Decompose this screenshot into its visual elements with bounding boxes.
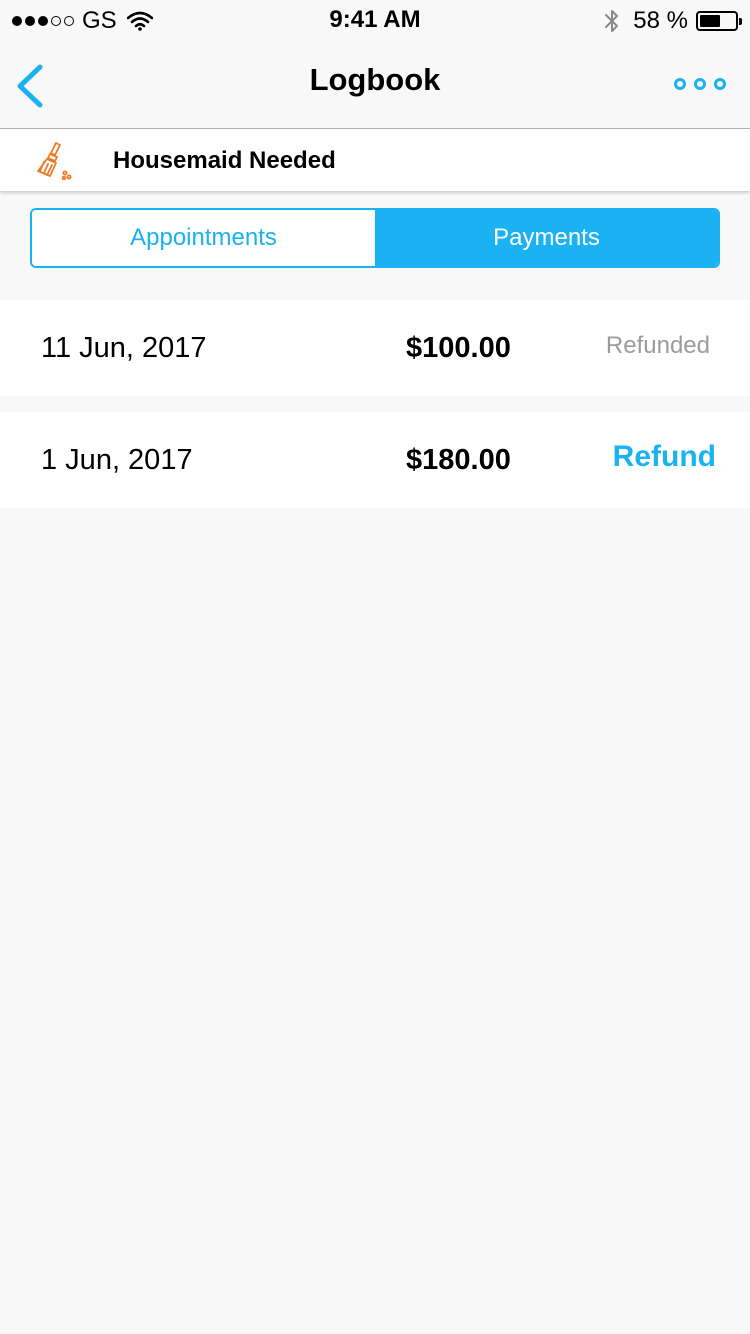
battery-fill: [700, 15, 720, 27]
payment-row: 11 Jun, 2017 $100.00 Refunded: [0, 300, 750, 396]
more-dots-icon: [674, 78, 686, 90]
status-right: 58 %: [603, 7, 742, 34]
more-options-button[interactable]: [674, 76, 726, 92]
battery-icon: [696, 11, 742, 31]
navigation-bar: Logbook: [0, 40, 750, 129]
job-header: Housemaid Needed: [0, 129, 750, 191]
tab-appointments[interactable]: Appointments: [32, 210, 375, 266]
page-title: Logbook: [309, 62, 441, 97]
payment-status-refunded: Refunded: [605, 332, 710, 359]
broom-icon: [37, 142, 72, 181]
refund-button[interactable]: Refund: [613, 440, 716, 474]
status-bar: GS 9:41 AM 58 %: [0, 0, 750, 40]
battery-percent: 58 %: [633, 7, 688, 34]
segmented-control: Appointments Payments: [30, 208, 720, 268]
more-dots-icon: [714, 78, 726, 90]
more-dots-icon: [694, 78, 706, 90]
tab-payments[interactable]: Payments: [375, 210, 718, 266]
payment-row: 1 Jun, 2017 $180.00 Refund: [0, 412, 750, 508]
payment-amount: $180.00: [406, 444, 511, 476]
bluetooth-icon: [605, 10, 619, 32]
payment-amount: $100.00: [406, 332, 511, 364]
payment-date: 1 Jun, 2017: [41, 444, 193, 476]
battery-tip: [739, 18, 742, 25]
payment-date: 11 Jun, 2017: [41, 332, 207, 364]
job-title: Housemaid Needed: [113, 147, 336, 174]
